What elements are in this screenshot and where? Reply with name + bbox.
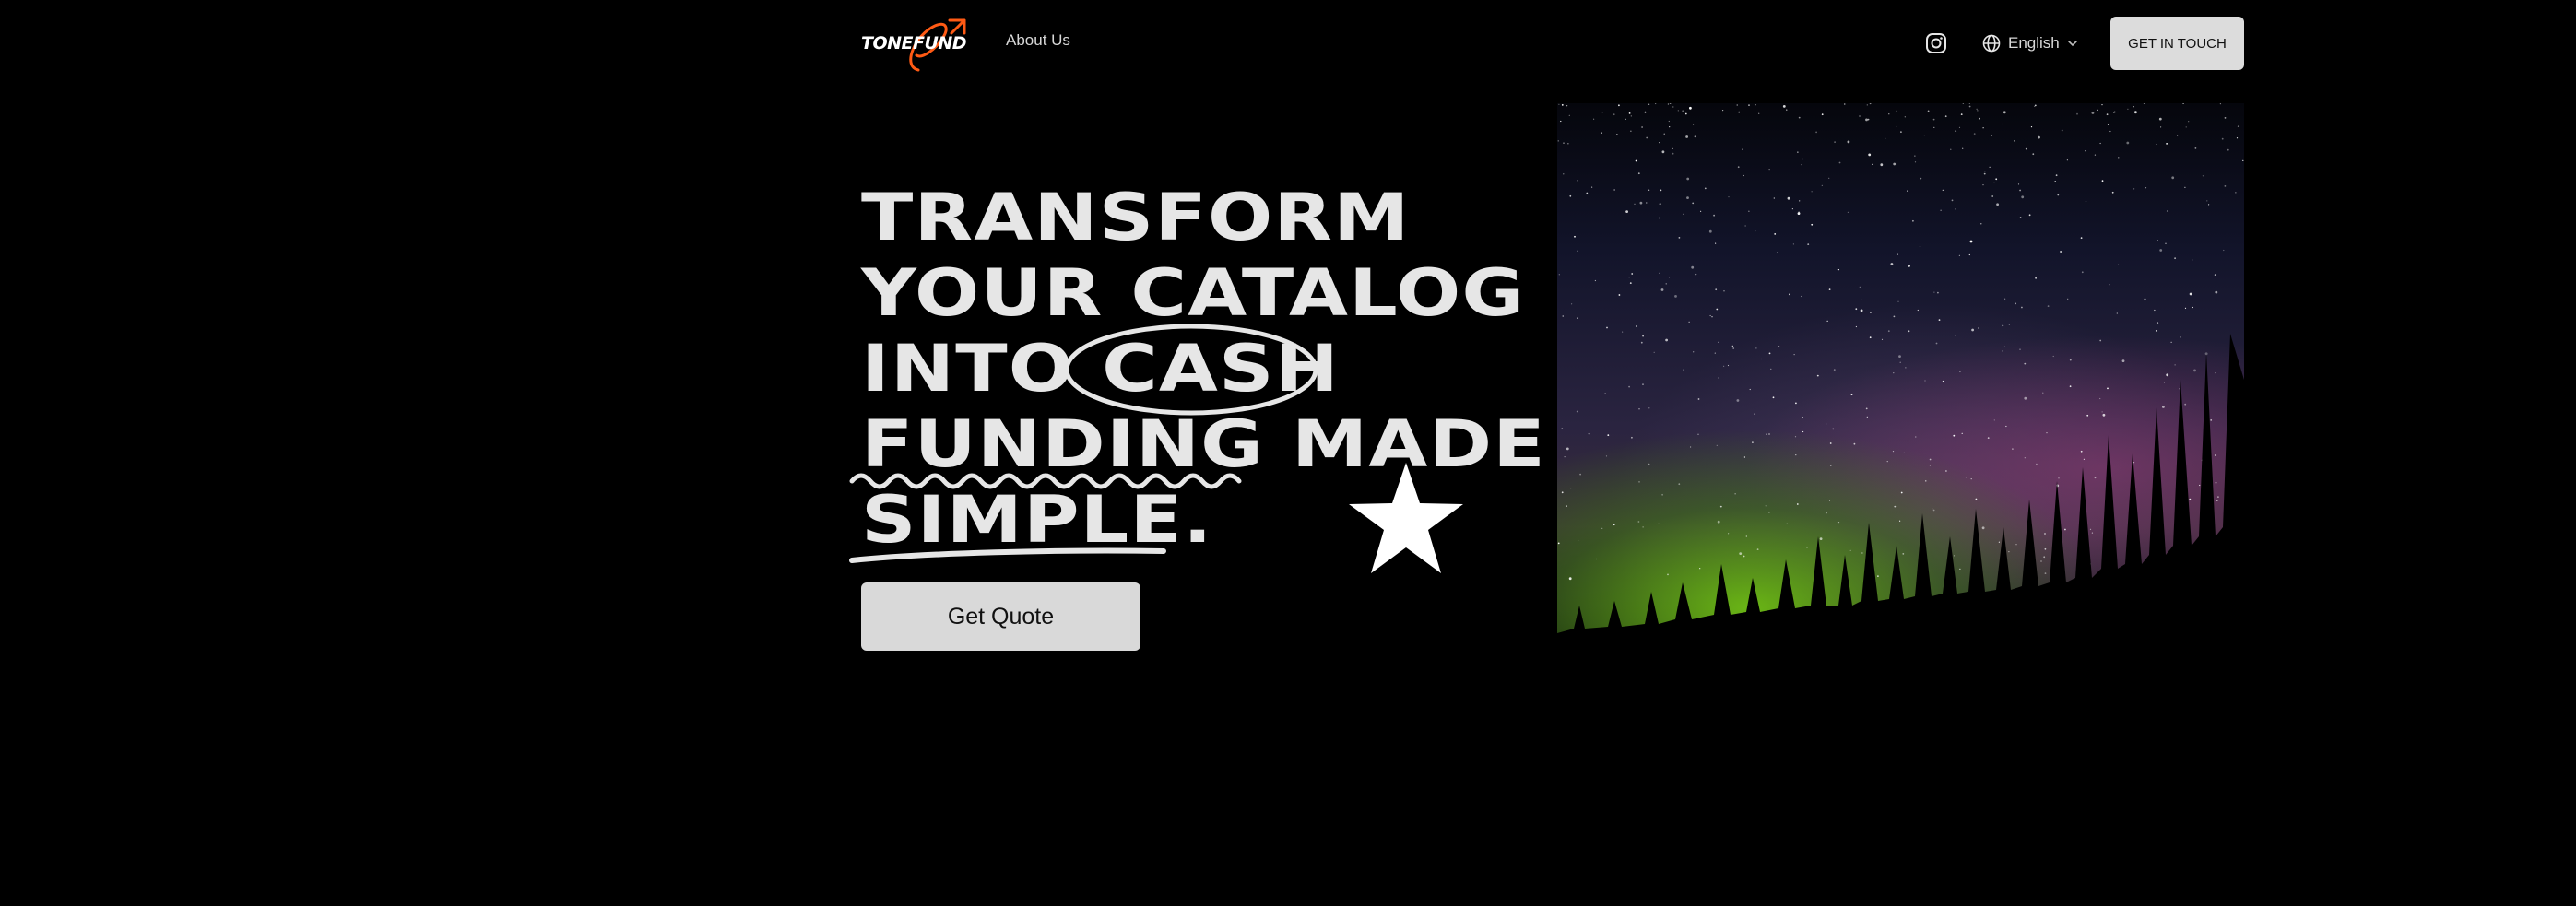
headline-line-2: YOUR CATALOG — [861, 255, 1526, 331]
headline-line-5: SIMPLE. — [861, 482, 1213, 558]
photo-treeline-layer — [1557, 334, 2244, 691]
headline-line-1: TRANSFORM — [861, 180, 1411, 255]
headline-cash-text: CASH — [1102, 331, 1340, 406]
logo-text: TONEFUND — [861, 33, 967, 53]
headline-word-cash: CASH — [1102, 331, 1340, 406]
tonefund-logo[interactable]: TONEFUND — [861, 18, 972, 72]
language-label: English — [2008, 34, 2060, 52]
headline-period: . — [1183, 482, 1213, 558]
get-in-touch-button[interactable]: GET IN TOUCH — [2110, 17, 2244, 70]
headline-line-3: INTO CASH — [861, 331, 1340, 406]
globe-icon — [1982, 34, 2001, 53]
instagram-icon[interactable] — [1925, 32, 1947, 54]
night-sky-aurora-photo — [1557, 103, 2244, 691]
get-quote-button[interactable]: Get Quote — [861, 582, 1140, 651]
headline-word-funding: FUNDING — [861, 406, 1265, 482]
nav-about-us[interactable]: About Us — [1006, 31, 1070, 50]
headline-word-into: INTO — [861, 331, 1075, 406]
headline-word-simple: SIMPLE — [861, 482, 1184, 558]
star-icon — [1349, 463, 1463, 573]
chevron-down-icon — [2067, 41, 2077, 47]
language-selector[interactable]: English — [1982, 32, 2078, 54]
landing-page: TONEFUND About Us English GET IN TOUCH T… — [0, 0, 2576, 906]
